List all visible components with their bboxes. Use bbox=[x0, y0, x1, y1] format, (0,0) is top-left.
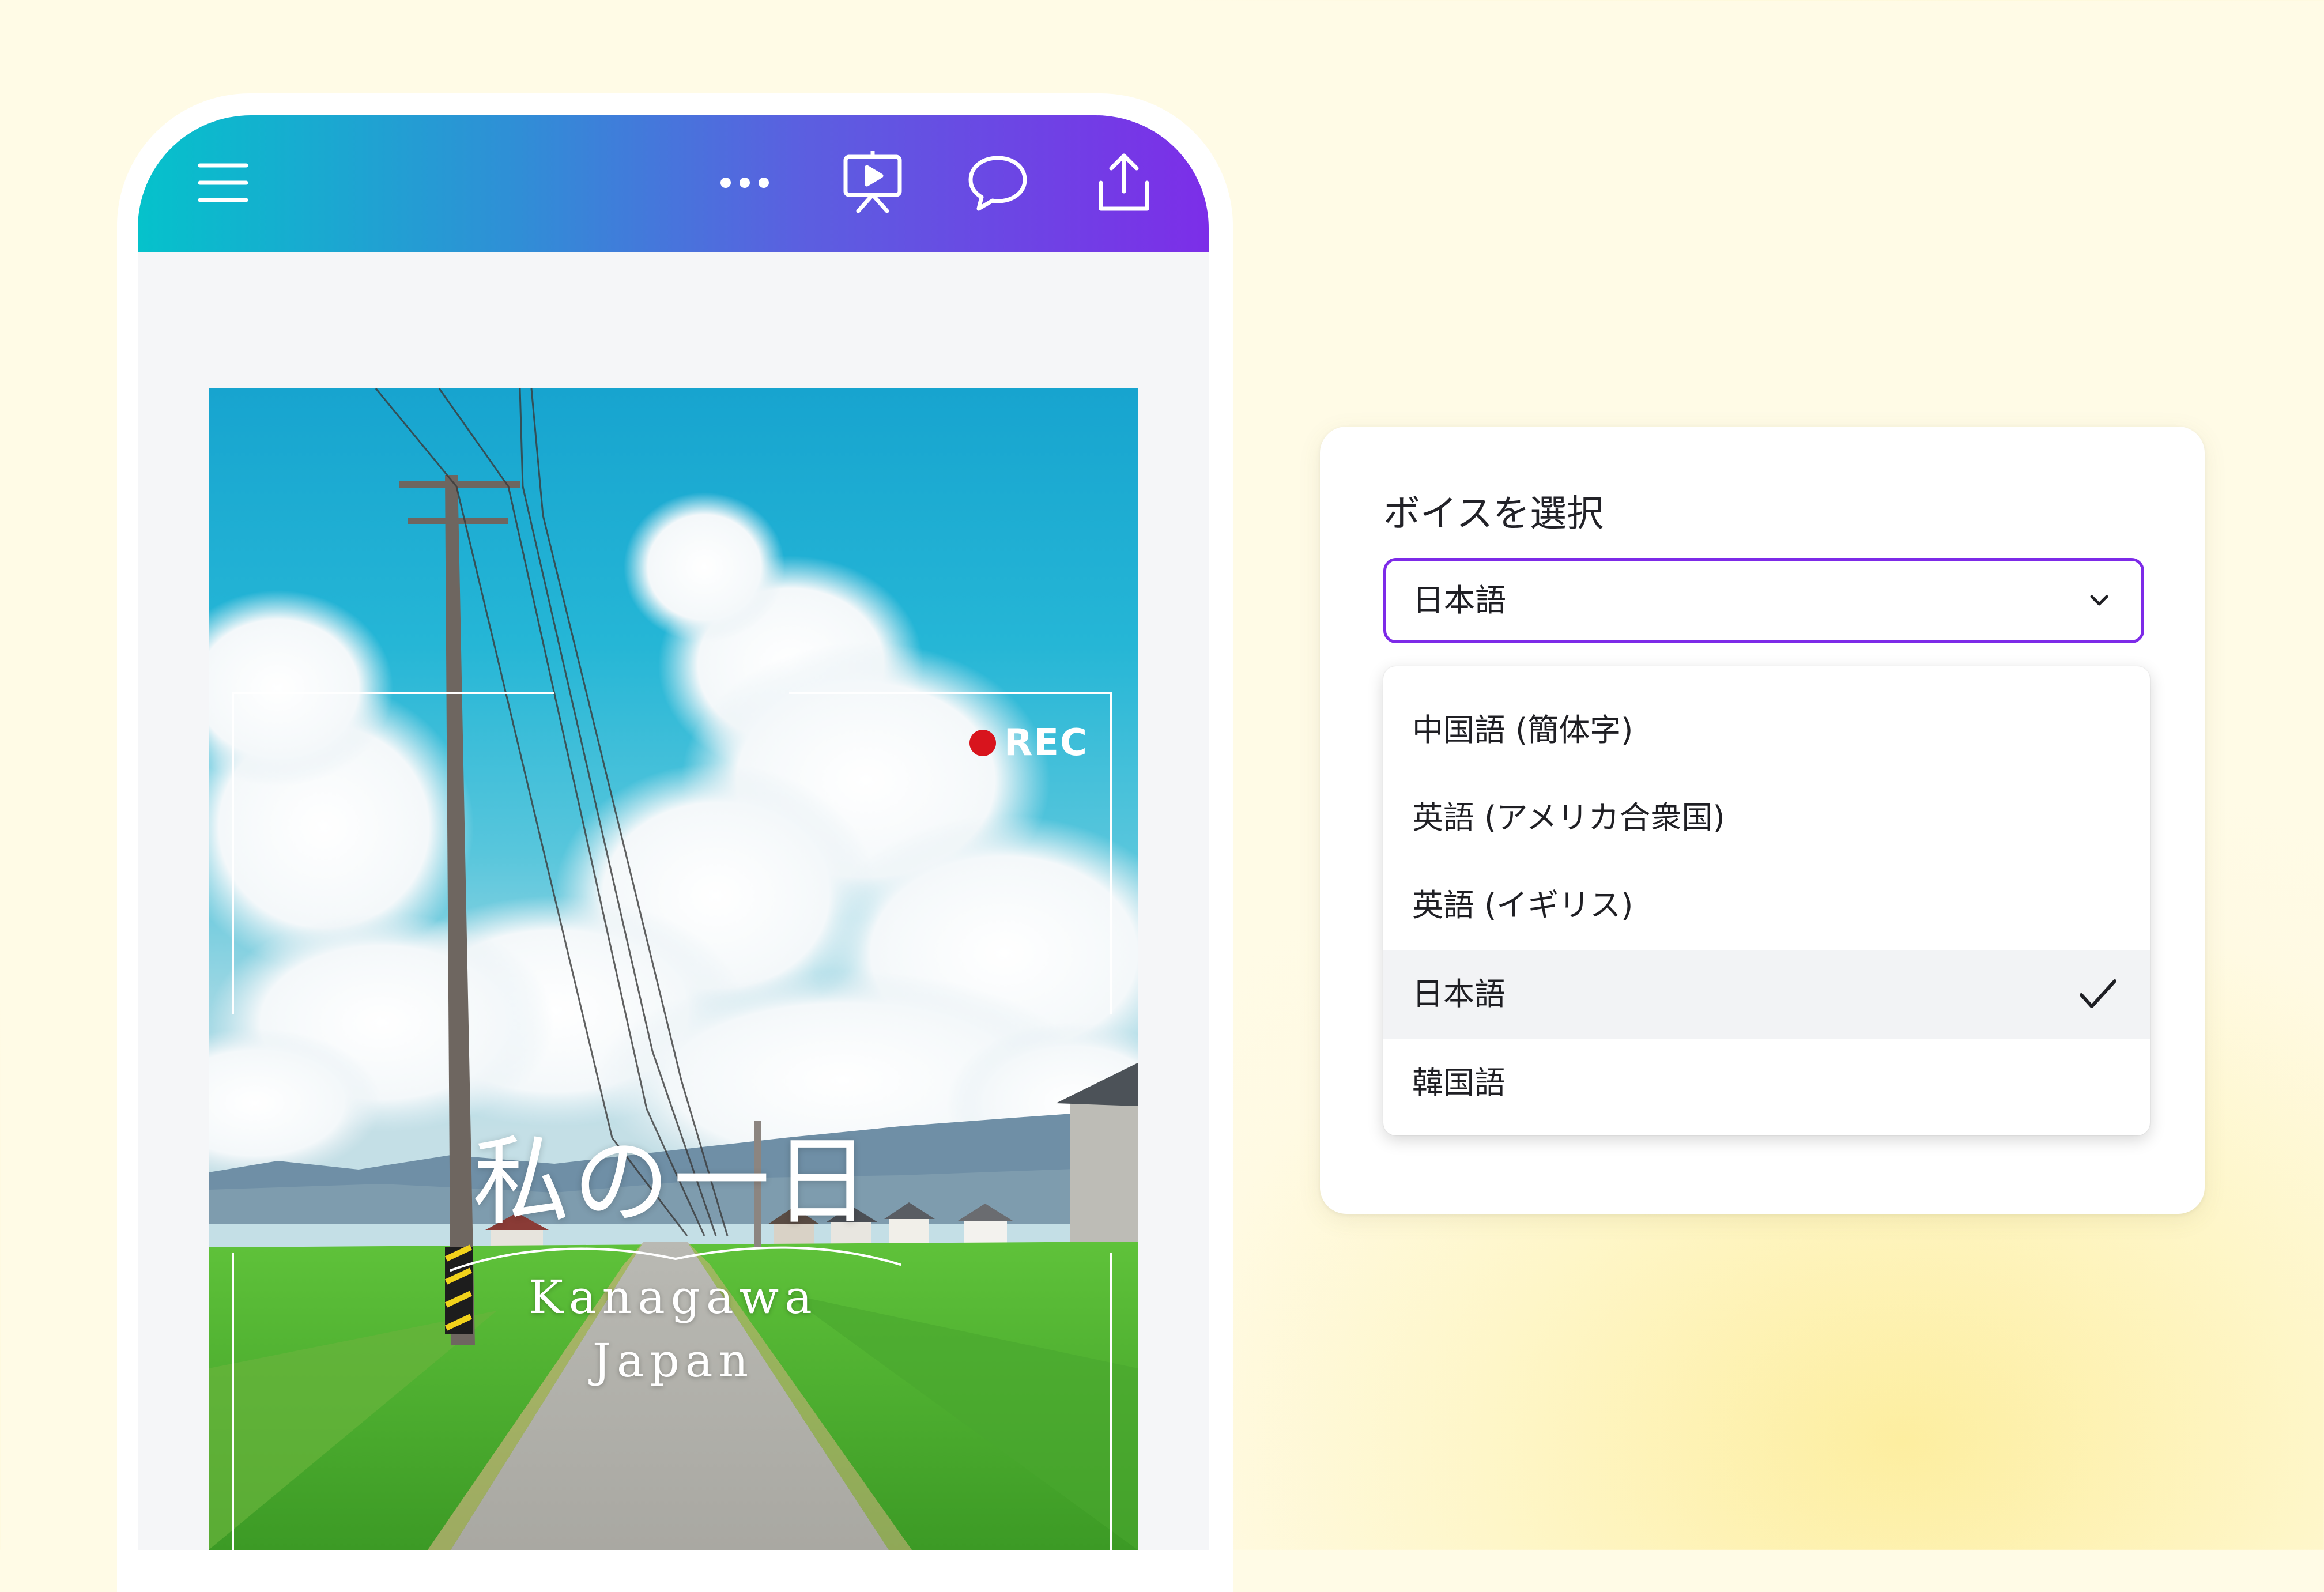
menu-item-label: 英語 (イギリス) bbox=[1412, 887, 1633, 923]
comment-icon[interactable] bbox=[966, 151, 1029, 214]
design-subtitle-line2[interactable]: Japan bbox=[209, 1334, 1138, 1387]
frame-top-left-line bbox=[232, 692, 554, 694]
panel-title: ボイスを選択 bbox=[1383, 493, 1604, 535]
hamburger-menu-icon[interactable] bbox=[191, 151, 255, 214]
menu-item-label: 英語 (アメリカ合衆国) bbox=[1412, 799, 1725, 836]
frame-top-right-line bbox=[789, 692, 1112, 694]
phone-screen: REC 私の一日 Kanagawa Japan bbox=[138, 115, 1209, 1550]
rec-indicator: REC bbox=[969, 720, 1088, 766]
menu-item-chinese-simplified[interactable]: 中国語 (簡体字) bbox=[1383, 686, 2150, 775]
frame-right-upper-line bbox=[1110, 692, 1112, 1014]
design-canvas[interactable]: REC 私の一日 Kanagawa Japan bbox=[209, 388, 1138, 1550]
menu-item-label: 中国語 (簡体字) bbox=[1412, 712, 1633, 748]
design-subtitle-line1[interactable]: Kanagawa bbox=[209, 1270, 1138, 1324]
rec-dot-icon bbox=[969, 730, 996, 756]
language-dropdown-menu: 中国語 (簡体字) 英語 (アメリカ合衆国) 英語 (イギリス) 日本語 韓国語 bbox=[1383, 666, 2150, 1135]
menu-item-label: 日本語 bbox=[1412, 976, 1506, 1012]
app-toolbar bbox=[138, 115, 1209, 252]
present-icon[interactable] bbox=[841, 151, 904, 214]
menu-item-label: 韓国語 bbox=[1412, 1065, 1506, 1101]
chevron-down-icon bbox=[2090, 595, 2108, 606]
menu-item-english-us[interactable]: 英語 (アメリカ合衆国) bbox=[1383, 774, 2150, 862]
share-upload-icon[interactable] bbox=[1092, 151, 1156, 214]
rec-label: REC bbox=[1004, 722, 1088, 764]
frame-left-upper-line bbox=[232, 692, 234, 1014]
voice-language-select[interactable]: 日本語 bbox=[1383, 558, 2144, 643]
design-title[interactable]: 私の一日 bbox=[209, 1103, 1138, 1243]
checkmark-icon bbox=[2080, 979, 2116, 1008]
voice-select-panel: ボイスを選択 日本語 中国語 (簡体字) 英語 (アメリカ合衆国) 英語 (イギ… bbox=[1320, 427, 2205, 1214]
menu-item-korean[interactable]: 韓国語 bbox=[1383, 1039, 2150, 1127]
select-value: 日本語 bbox=[1413, 582, 1506, 618]
more-dots-icon[interactable] bbox=[713, 151, 776, 214]
menu-item-japanese[interactable]: 日本語 bbox=[1383, 950, 2150, 1039]
menu-item-english-uk[interactable]: 英語 (イギリス) bbox=[1383, 861, 2150, 950]
